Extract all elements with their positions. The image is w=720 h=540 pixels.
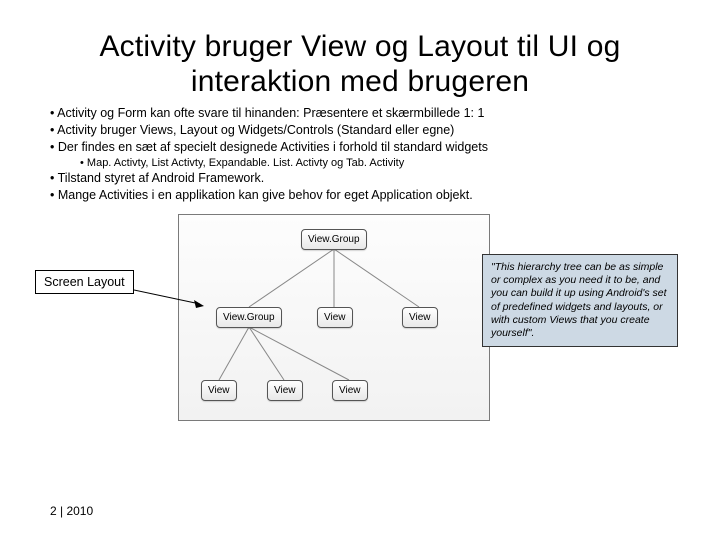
screen-layout-arrow (134, 288, 204, 308)
slide-footer: 2 | 2010 (50, 504, 93, 518)
slide-title: Activity bruger View og Layout til UI og… (50, 30, 670, 99)
node-bot-left: View (201, 380, 237, 401)
diagram-area: Screen Layout View.Group View.Group View… (50, 214, 670, 444)
hierarchy-diagram: View.Group View.Group View View View Vie… (178, 214, 490, 421)
node-bot-center: View (267, 380, 303, 401)
bullet-1: • Activity og Form kan ofte svare til hi… (50, 105, 670, 122)
node-mid-right: View (402, 307, 438, 328)
quote-box: "This hierarchy tree can be as simple or… (482, 254, 678, 347)
bullet-3a: • Map. Activty, List Activty, Expandable… (80, 156, 670, 171)
node-bot-right: View (332, 380, 368, 401)
bullet-2: • Activity bruger Views, Layout og Widge… (50, 122, 670, 139)
screen-layout-label: Screen Layout (35, 270, 134, 294)
node-mid-center: View (317, 307, 353, 328)
bullet-5: • Mange Activities i en applikation kan … (50, 187, 670, 204)
bullet-4: • Tilstand styret af Android Framework. (50, 170, 670, 187)
bullet-3: • Der findes en sæt af specielt designed… (50, 139, 670, 156)
node-mid-left: View.Group (216, 307, 282, 328)
node-root: View.Group (301, 229, 367, 250)
bullet-list: • Activity og Form kan ofte svare til hi… (50, 105, 670, 204)
